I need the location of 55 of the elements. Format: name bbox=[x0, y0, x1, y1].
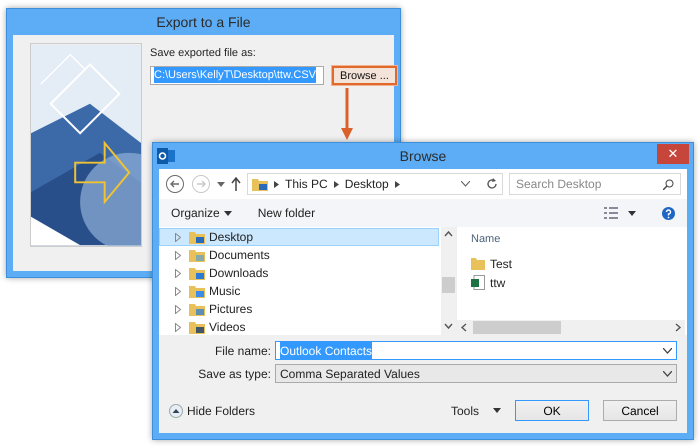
tree-item[interactable]: Music bbox=[159, 282, 439, 300]
folder-icon bbox=[471, 257, 485, 270]
window-title: Browse bbox=[400, 146, 446, 166]
file-type-dropdown[interactable]: Comma Separated Values bbox=[275, 364, 677, 383]
column-header[interactable]: Name bbox=[471, 230, 500, 247]
scrollbar[interactable] bbox=[441, 227, 456, 335]
refresh-icon[interactable] bbox=[486, 178, 498, 190]
search-field[interactable]: Search Desktop bbox=[509, 173, 681, 195]
spreadsheet-icon bbox=[471, 275, 485, 290]
up-arrow-icon[interactable] bbox=[231, 177, 241, 191]
folder-icon bbox=[189, 320, 205, 334]
folder-icon bbox=[189, 230, 205, 244]
caret-icon bbox=[224, 210, 232, 216]
tree-item[interactable]: Downloads bbox=[159, 264, 439, 282]
folder-icon bbox=[189, 284, 205, 298]
window-title: Export to a File bbox=[155, 12, 252, 32]
folder-icon bbox=[252, 177, 268, 191]
help-icon[interactable] bbox=[662, 206, 675, 220]
breadcrumb-item[interactable]: This PC bbox=[285, 175, 328, 193]
breadcrumb-item[interactable]: Desktop bbox=[344, 175, 389, 193]
folder-icon bbox=[189, 266, 205, 280]
folder-icon bbox=[189, 302, 205, 316]
dropdown-icon[interactable] bbox=[217, 182, 225, 186]
folder-icon bbox=[189, 248, 205, 262]
back-button[interactable] bbox=[165, 174, 185, 194]
file-item[interactable]: Test bbox=[471, 254, 687, 273]
browse-button[interactable]: Browse ... bbox=[332, 66, 397, 84]
new-folder-button[interactable]: New folder bbox=[258, 204, 316, 222]
collapse-icon bbox=[169, 404, 183, 418]
close-button[interactable]: ✕ bbox=[657, 144, 689, 164]
field-label: File name: bbox=[214, 342, 271, 360]
file-item[interactable]: ttw bbox=[471, 273, 687, 292]
search-icon[interactable] bbox=[663, 178, 674, 190]
chevron-icon[interactable] bbox=[394, 180, 400, 188]
caret-icon[interactable] bbox=[628, 210, 636, 216]
dropdown-icon[interactable] bbox=[663, 370, 672, 376]
pointer-arrow bbox=[341, 88, 353, 140]
view-icon[interactable] bbox=[604, 207, 618, 219]
field-label: Save exported file as: bbox=[150, 46, 257, 61]
tree-item[interactable]: Documents bbox=[159, 246, 439, 264]
ok-button[interactable]: OK bbox=[515, 400, 589, 421]
caret-icon bbox=[493, 408, 501, 413]
app-icon bbox=[157, 148, 175, 164]
chevron-icon[interactable] bbox=[334, 180, 339, 188]
field-label: Save as type: bbox=[197, 366, 271, 382]
tree-item[interactable]: Pictures bbox=[159, 300, 439, 318]
tree-item[interactable]: Videos bbox=[159, 318, 439, 336]
chevron-icon[interactable] bbox=[274, 180, 279, 188]
dropdown-icon[interactable] bbox=[461, 181, 470, 187]
dropdown-icon[interactable] bbox=[663, 348, 672, 354]
cancel-button[interactable]: Cancel bbox=[603, 400, 677, 421]
tools-button[interactable]: Tools bbox=[450, 402, 501, 420]
tree-item[interactable]: Desktop bbox=[159, 228, 439, 246]
organize-button[interactable]: Organize bbox=[171, 204, 232, 222]
hide-folders-button[interactable]: Hide Folders bbox=[169, 402, 256, 420]
